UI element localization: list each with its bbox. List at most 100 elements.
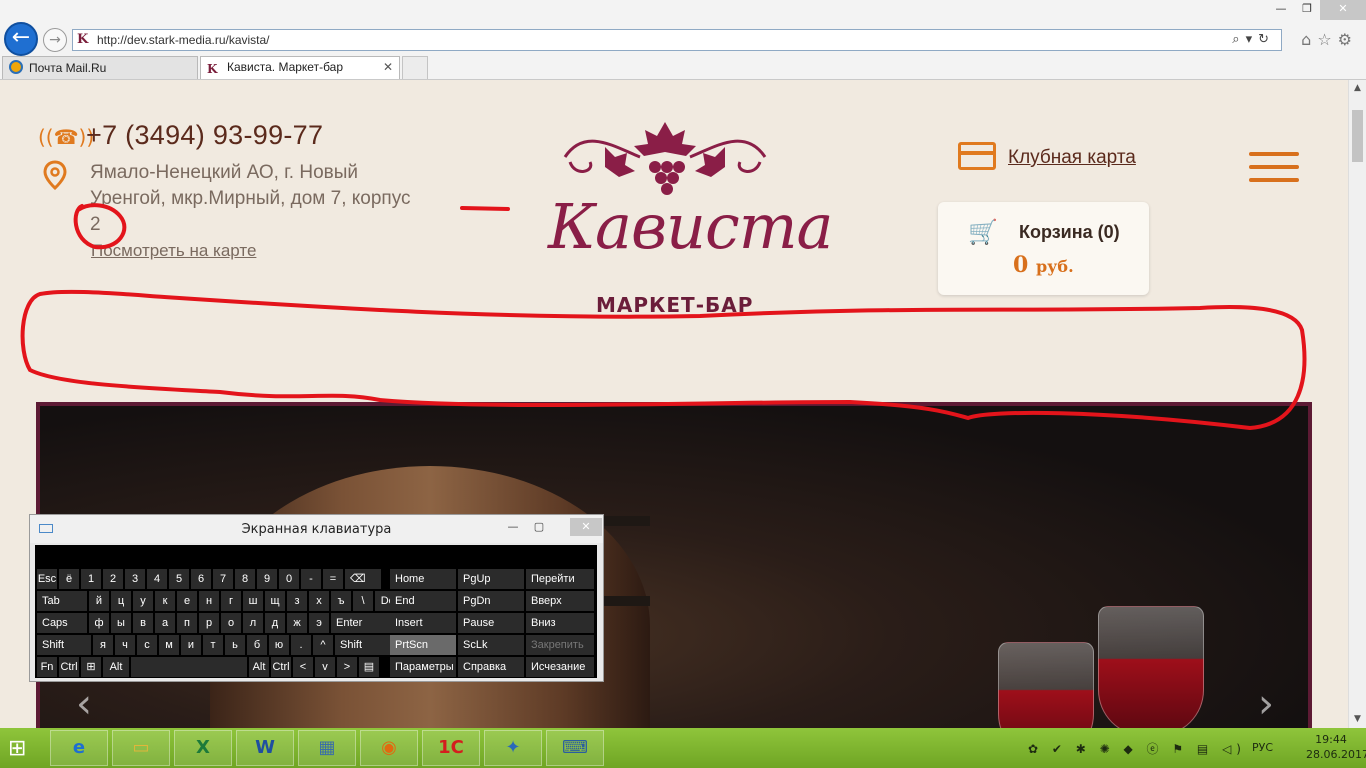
restore-icon[interactable]: ❐ [1294, 0, 1320, 20]
back-button[interactable]: ← [4, 22, 38, 56]
osk-key[interactable]: х [309, 591, 329, 611]
osk-key[interactable]: Tab [37, 591, 87, 611]
osk-key[interactable]: End [390, 591, 456, 611]
osk-key[interactable]: Перейти [526, 569, 594, 589]
club-card-link[interactable]: Клубная карта [1008, 147, 1136, 169]
osk-key[interactable]: ⌫ [345, 569, 381, 589]
minimize-icon[interactable]: — [1268, 0, 1294, 20]
osk-key[interactable]: о [221, 613, 241, 633]
osk-key[interactable]: Вниз [526, 613, 594, 633]
osk-key[interactable]: Ctrl [59, 657, 79, 677]
phone-number[interactable]: +7 (3494) 93-99-77 [86, 120, 323, 151]
osk-key[interactable]: Alt [249, 657, 269, 677]
osk-key[interactable]: Insert [390, 613, 456, 633]
vertical-scrollbar[interactable]: ▲ ▼ [1348, 80, 1366, 728]
osk-key[interactable]: Вверх [526, 591, 594, 611]
osk-key[interactable]: Alt [103, 657, 129, 677]
osk-key[interactable]: ы [111, 613, 131, 633]
osk-key[interactable]: ё [59, 569, 79, 589]
osk-key[interactable]: ь [225, 635, 245, 655]
close-window-icon[interactable]: ✕ [1320, 0, 1366, 20]
osk-key[interactable]: у [133, 591, 153, 611]
osk-key[interactable]: ц [111, 591, 131, 611]
osk-key[interactable]: е [177, 591, 197, 611]
1c-icon[interactable]: 1C [422, 730, 480, 766]
osk-key[interactable]: ⊞ [81, 657, 101, 677]
osk-key[interactable]: Esc [37, 569, 57, 589]
osk-key[interactable]: д [265, 613, 285, 633]
language-indicator[interactable]: РУС [1252, 741, 1273, 754]
osk-key[interactable]: э [309, 613, 329, 633]
osk-key[interactable]: ж [287, 613, 307, 633]
scroll-down-icon[interactable]: ▼ [1349, 711, 1366, 728]
osk-key[interactable]: ▤ [359, 657, 379, 677]
osk-key[interactable]: Справка [458, 657, 524, 677]
cart-widget[interactable]: 🛒 Корзина (0) 0 руб. [938, 202, 1149, 295]
osk-key[interactable]: й [89, 591, 109, 611]
view-on-map-link[interactable]: Посмотреть на карте [91, 241, 256, 261]
word-icon[interactable]: W [236, 730, 294, 766]
scroll-thumb[interactable] [1352, 110, 1363, 162]
osk-key[interactable]: ш [243, 591, 263, 611]
osk-key[interactable]: . [291, 635, 311, 655]
osk-key[interactable]: > [337, 657, 357, 677]
osk-key[interactable]: \ [353, 591, 373, 611]
calculator-icon[interactable]: ▦ [298, 730, 356, 766]
osk-key[interactable]: щ [265, 591, 285, 611]
osk-maximize-icon[interactable]: ▢ [528, 518, 550, 536]
osk-key[interactable]: 0 [279, 569, 299, 589]
file-explorer-icon[interactable]: ▭ [112, 730, 170, 766]
osk-key[interactable] [131, 657, 247, 677]
osk-key[interactable]: б [247, 635, 267, 655]
osk-key[interactable]: 9 [257, 569, 277, 589]
forward-button[interactable]: → [43, 28, 67, 52]
on-screen-keyboard-taskbar-icon[interactable]: ⌨ [546, 730, 604, 766]
osk-key[interactable]: 3 [125, 569, 145, 589]
osk-key[interactable]: ю [269, 635, 289, 655]
osk-key[interactable]: т [203, 635, 223, 655]
osk-close-icon[interactable]: ✕ [570, 518, 602, 536]
osk-key[interactable]: я [93, 635, 113, 655]
tab-mail[interactable]: Почта Mail.Ru [2, 56, 198, 79]
app-icon[interactable]: ✦ [484, 730, 542, 766]
osk-key[interactable]: в [133, 613, 153, 633]
osk-key[interactable]: л [243, 613, 263, 633]
refresh-icon[interactable]: ↻ [1258, 32, 1275, 47]
osk-key[interactable]: н [199, 591, 219, 611]
slider-prev-icon[interactable]: ‹ [76, 681, 92, 727]
osk-key[interactable]: к [155, 591, 175, 611]
osk-key[interactable]: Enter [331, 613, 393, 633]
system-tray-icons[interactable]: ✿ ✔ ✱ ✺ ◆ ⓔ ⚑ ▤ ◁) [1028, 740, 1246, 757]
url-text[interactable]: http://dev.stark-media.ru/kavista/ [97, 33, 270, 47]
osk-key[interactable]: PgDn [458, 591, 524, 611]
osk-key[interactable]: = [323, 569, 343, 589]
osk-key[interactable]: з [287, 591, 307, 611]
new-tab-button[interactable] [402, 56, 428, 79]
settings-gear-icon[interactable]: ⚙ [1338, 30, 1358, 49]
firefox-icon[interactable]: ◉ [360, 730, 418, 766]
internet-explorer-icon[interactable]: e [50, 730, 108, 766]
osk-key[interactable]: 1 [81, 569, 101, 589]
osk-key[interactable]: и [181, 635, 201, 655]
osk-minimize-icon[interactable]: — [502, 518, 524, 536]
dropdown-icon[interactable]: ▾ [1246, 32, 1259, 47]
osk-key[interactable]: Исчезание [526, 657, 594, 677]
windows-start-icon[interactable]: ⊞ [8, 736, 38, 762]
osk-key[interactable]: Shift [335, 635, 393, 655]
osk-key[interactable]: PgUp [458, 569, 524, 589]
osk-key[interactable]: < [293, 657, 313, 677]
osk-key[interactable]: п [177, 613, 197, 633]
osk-key[interactable]: Ctrl [271, 657, 291, 677]
osk-key[interactable]: 6 [191, 569, 211, 589]
clock[interactable]: 19:44 28.06.2017 [1306, 732, 1366, 762]
osk-key[interactable]: Pause [458, 613, 524, 633]
osk-key[interactable]: а [155, 613, 175, 633]
osk-key[interactable]: ф [89, 613, 109, 633]
home-icon[interactable]: ⌂ [1301, 30, 1317, 49]
osk-key[interactable]: 5 [169, 569, 189, 589]
search-icon[interactable]: ⌕ [1232, 32, 1245, 47]
osk-key[interactable]: Параметры [390, 657, 456, 677]
osk-key[interactable]: м [159, 635, 179, 655]
address-bar[interactable]: K http://dev.stark-media.ru/kavista/ ⌕▾↻ [72, 29, 1282, 51]
osk-key[interactable]: Fn [37, 657, 57, 677]
